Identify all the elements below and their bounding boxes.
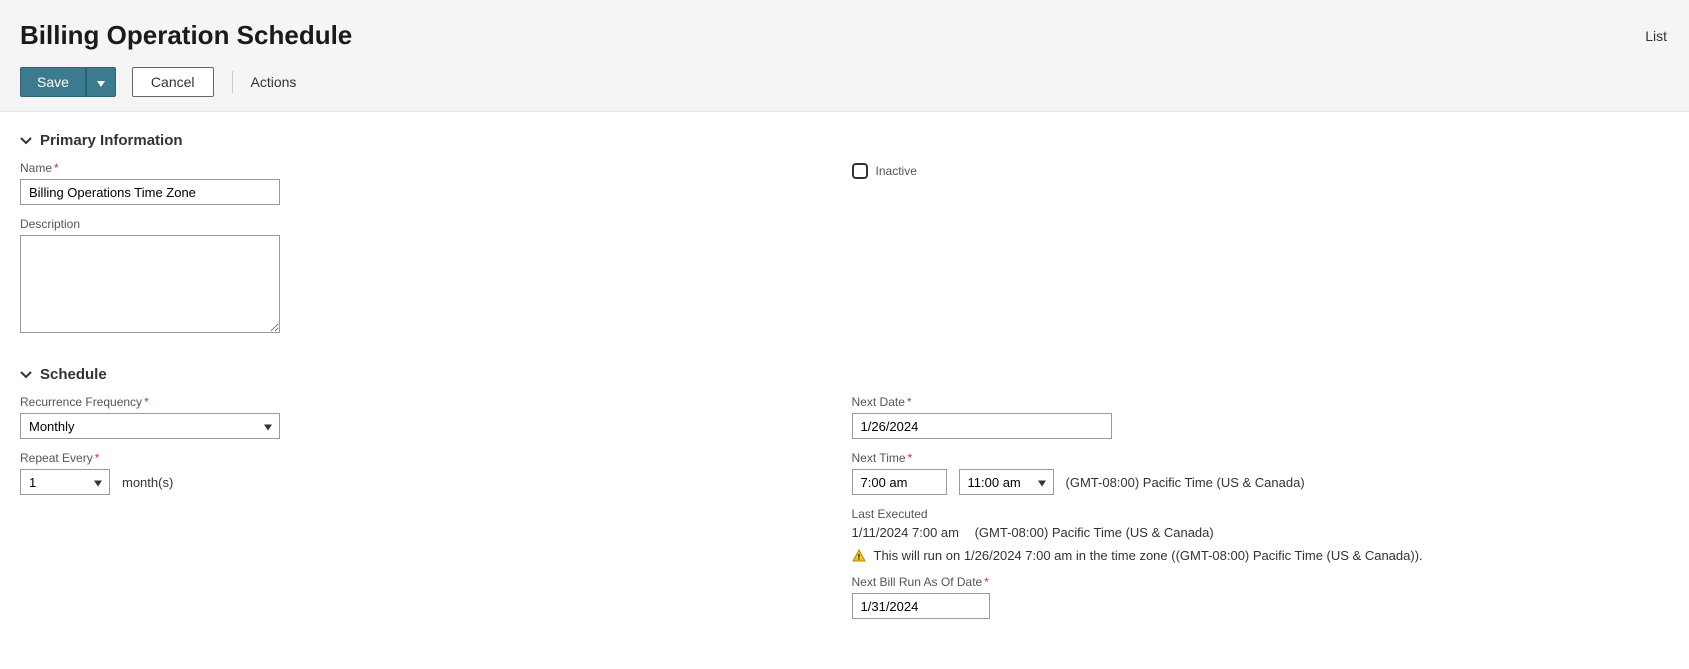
- inactive-label: Inactive: [876, 164, 917, 178]
- primary-left-col: Name* Description: [20, 161, 812, 348]
- repeat-field: Repeat Every* 1 month(s): [20, 451, 812, 495]
- repeat-select-wrap: 1: [20, 469, 110, 495]
- required-asterisk: *: [908, 451, 913, 465]
- header-bar: Billing Operation Schedule List Save Can…: [0, 0, 1689, 112]
- repeat-unit-label: month(s): [122, 475, 173, 490]
- next-bill-field: Next Bill Run As Of Date*: [852, 575, 1644, 619]
- save-button-group: Save: [20, 67, 116, 97]
- repeat-row: 1 month(s): [20, 469, 812, 495]
- actions-menu[interactable]: Actions: [251, 74, 297, 90]
- description-label: Description: [20, 217, 812, 231]
- description-input[interactable]: [20, 235, 280, 333]
- repeat-select[interactable]: 1: [20, 469, 110, 495]
- warning-text: This will run on 1/26/2024 7:00 am in th…: [874, 548, 1423, 563]
- recurrence-select-wrap: Monthly: [20, 413, 280, 439]
- last-executed-field: Last Executed 1/11/2024 7:00 am (GMT-08:…: [852, 507, 1644, 563]
- next-bill-label: Next Bill Run As Of Date*: [852, 575, 1644, 589]
- required-asterisk: *: [907, 395, 912, 409]
- description-field: Description: [20, 217, 812, 336]
- last-executed-label: Last Executed: [852, 507, 1644, 521]
- name-label: Name*: [20, 161, 812, 175]
- next-date-field: Next Date*: [852, 395, 1644, 439]
- section-header-primary[interactable]: Primary Information: [20, 132, 1669, 149]
- next-time-select[interactable]: 11:00 am: [959, 469, 1054, 495]
- recurrence-select[interactable]: Monthly: [20, 413, 280, 439]
- inactive-field: Inactive: [852, 163, 917, 179]
- warning-line: This will run on 1/26/2024 7:00 am in th…: [852, 548, 1644, 563]
- next-time-row: 11:00 am (GMT-08:00) Pacific Time (US & …: [852, 469, 1644, 495]
- schedule-right-col: Next Date* Next Time* 11:00 am: [852, 395, 1644, 631]
- warning-icon: [852, 549, 866, 563]
- primary-info-row: Name* Description Inactive: [20, 161, 1669, 348]
- next-date-input[interactable]: [852, 413, 1112, 439]
- name-input[interactable]: [20, 179, 280, 205]
- required-asterisk: *: [54, 161, 59, 175]
- name-field: Name*: [20, 161, 812, 205]
- inactive-checkbox[interactable]: [852, 163, 868, 179]
- required-asterisk: *: [984, 575, 989, 589]
- toolbar: Save Cancel Actions: [20, 67, 1669, 97]
- section-title-schedule: Schedule: [40, 366, 107, 383]
- caret-down-icon: [97, 75, 105, 90]
- chevron-down-icon: [20, 367, 32, 382]
- chevron-down-icon: [20, 133, 32, 148]
- primary-right-col: Inactive: [852, 161, 1644, 348]
- required-asterisk: *: [144, 395, 149, 409]
- next-date-label: Next Date*: [852, 395, 1644, 409]
- next-bill-input[interactable]: [852, 593, 990, 619]
- next-time-select-wrap: 11:00 am: [959, 469, 1054, 495]
- last-executed-value: 1/11/2024 7:00 am (GMT-08:00) Pacific Ti…: [852, 525, 1644, 540]
- section-header-schedule[interactable]: Schedule: [20, 366, 1669, 383]
- next-time-field: Next Time* 11:00 am (GMT-08:00) Pacific …: [852, 451, 1644, 495]
- schedule-row: Recurrence Frequency* Monthly Repeat Eve…: [20, 395, 1669, 631]
- recurrence-field: Recurrence Frequency* Monthly: [20, 395, 812, 439]
- repeat-label: Repeat Every*: [20, 451, 812, 465]
- content-area: Primary Information Name* Description In…: [0, 112, 1689, 669]
- page-title: Billing Operation Schedule: [20, 20, 1669, 51]
- schedule-left-col: Recurrence Frequency* Monthly Repeat Eve…: [20, 395, 812, 631]
- timezone-text: (GMT-08:00) Pacific Time (US & Canada): [1066, 475, 1305, 490]
- recurrence-label: Recurrence Frequency*: [20, 395, 812, 409]
- cancel-button[interactable]: Cancel: [132, 67, 214, 97]
- toolbar-divider: [232, 71, 233, 93]
- required-asterisk: *: [95, 451, 100, 465]
- next-time-label: Next Time*: [852, 451, 1644, 465]
- section-title-primary: Primary Information: [40, 132, 183, 149]
- next-time-input[interactable]: [852, 469, 947, 495]
- save-dropdown-button[interactable]: [86, 67, 116, 97]
- save-button[interactable]: Save: [20, 67, 86, 97]
- list-link[interactable]: List: [1645, 28, 1667, 44]
